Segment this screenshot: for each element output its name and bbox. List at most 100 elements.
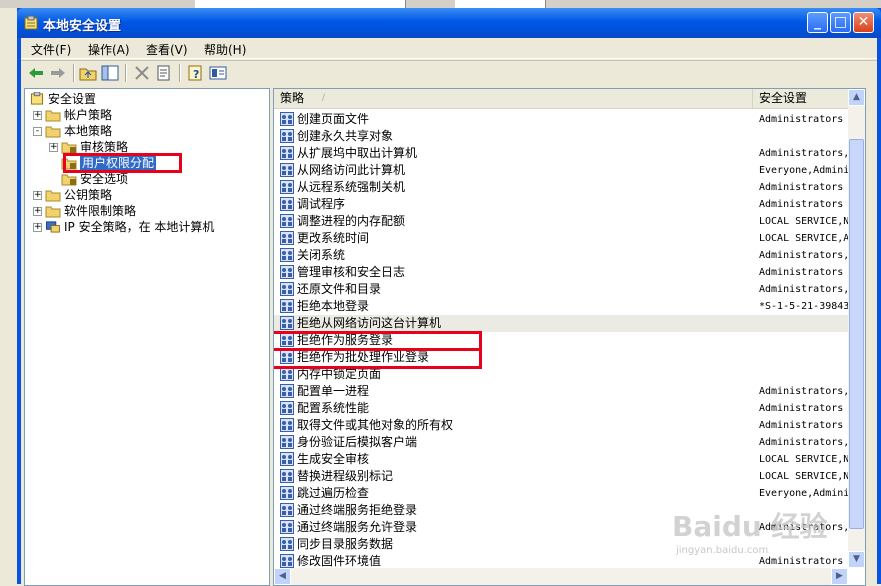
policy-setting: Administrators bbox=[759, 403, 844, 414]
policy-icon bbox=[280, 146, 294, 160]
expand-icon[interactable]: + bbox=[33, 223, 42, 232]
ip-security-icon bbox=[46, 221, 60, 233]
policy-icon bbox=[280, 214, 294, 228]
policy-row[interactable]: 身份验证后模拟客户端 Administrators,... bbox=[274, 434, 865, 451]
policy-name: 管理审核和安全日志 bbox=[297, 265, 406, 279]
policy-name: 还原文件和目录 bbox=[297, 282, 382, 296]
security-settings-icon bbox=[30, 92, 44, 105]
security-settings-icon bbox=[24, 15, 38, 30]
title-bar[interactable]: 本地安全设置 _ □ ✕ bbox=[17, 8, 881, 38]
policy-setting: Administrators bbox=[759, 182, 844, 193]
policy-row[interactable]: 取得文件或其他对象的所有权 Administrators bbox=[274, 417, 848, 434]
toolbar-separator bbox=[73, 64, 75, 82]
policy-row[interactable]: 从扩展坞中取出计算机 Administrators,... bbox=[274, 145, 865, 162]
policy-icon bbox=[280, 401, 294, 415]
policy-row[interactable]: 从远程系统强制关机 Administrators bbox=[274, 179, 848, 196]
policy-row[interactable]: 配置系统性能 Administrators bbox=[274, 400, 848, 417]
folder-icon bbox=[45, 110, 61, 122]
horizontal-scrollbar[interactable]: ◀ ▶ bbox=[274, 568, 848, 585]
menu-help[interactable]: 帮助(H) bbox=[204, 41, 246, 58]
policy-icon bbox=[280, 299, 294, 313]
help-icon[interactable]: ? bbox=[187, 64, 205, 82]
policy-setting: Administrators bbox=[759, 267, 844, 278]
scroll-thumb[interactable] bbox=[849, 139, 864, 529]
collapse-icon[interactable]: - bbox=[33, 127, 42, 136]
policy-row[interactable]: 还原文件和目录 Administrators,... bbox=[274, 281, 865, 298]
tree-item-public-key-policies[interactable]: + 公钥策略 bbox=[29, 187, 269, 203]
up-folder-icon[interactable] bbox=[79, 64, 97, 82]
policy-row[interactable]: 创建页面文件 Administrators bbox=[274, 111, 848, 128]
show-tree-icon[interactable] bbox=[101, 64, 119, 82]
column-header-label: 策略 bbox=[280, 91, 305, 105]
policy-name: 配置单一进程 bbox=[297, 384, 370, 398]
policy-row[interactable]: 拒绝从网络访问这台计算机 bbox=[274, 315, 848, 332]
red-highlight-box bbox=[63, 153, 182, 173]
baidu-watermark: Baidu 经验 bbox=[672, 510, 828, 543]
policy-icon bbox=[280, 197, 294, 211]
policy-name: 同步目录服务数据 bbox=[297, 537, 394, 551]
folder-icon bbox=[45, 206, 61, 218]
baidu-watermark-url: jingyan.baidu.com bbox=[676, 545, 769, 556]
policy-icon bbox=[280, 469, 294, 483]
scroll-right-button[interactable]: ▶ bbox=[831, 568, 848, 585]
column-header-setting[interactable]: 安全设置 bbox=[753, 89, 848, 108]
policy-icon bbox=[280, 163, 294, 177]
close-button[interactable]: ✕ bbox=[853, 12, 874, 33]
policy-setting: Administrators bbox=[759, 420, 844, 431]
policy-name: 取得文件或其他对象的所有权 bbox=[297, 418, 454, 432]
vertical-scrollbar[interactable]: ▲ ▼ bbox=[848, 89, 865, 568]
tree-label: 本地策略 bbox=[64, 124, 113, 138]
policy-row[interactable]: 从网络访问此计算机 Everyone,Admini... bbox=[274, 162, 865, 179]
tree-label: 安全选项 bbox=[80, 172, 129, 186]
policy-name: 更改系统时间 bbox=[297, 231, 370, 245]
policy-row[interactable]: 替换进程级别标记 LOCAL SERVICE,N... bbox=[274, 468, 865, 485]
scroll-down-button[interactable]: ▼ bbox=[848, 551, 865, 568]
tree-item-account-policies[interactable]: + 帐户策略 bbox=[29, 107, 269, 123]
policy-name: 跳过遍历检查 bbox=[297, 486, 370, 500]
toolbar-separator bbox=[179, 64, 181, 82]
policy-row[interactable]: 生成安全审核 LOCAL SERVICE,N... bbox=[274, 451, 865, 468]
expand-icon[interactable]: + bbox=[33, 207, 42, 216]
menu-file[interactable]: 文件(F) bbox=[31, 41, 71, 58]
policy-row[interactable]: 调试程序 Administrators bbox=[274, 196, 848, 213]
policy-row[interactable]: 拒绝本地登录 *S-1-5-21-39843... bbox=[274, 298, 865, 315]
policy-row[interactable]: 关闭系统 Administrators,... bbox=[274, 247, 865, 264]
scroll-left-button[interactable]: ◀ bbox=[274, 568, 291, 585]
red-highlight-box bbox=[274, 348, 482, 369]
policy-icon bbox=[280, 316, 294, 330]
forward-icon[interactable] bbox=[49, 64, 67, 82]
policy-name: 通过终端服务拒绝登录 bbox=[297, 503, 418, 517]
tree-item-local-policies[interactable]: - 本地策略 bbox=[29, 123, 269, 139]
tree-item-security-options[interactable]: 安全选项 bbox=[29, 171, 269, 187]
policy-row[interactable]: 创建永久共享对象 bbox=[274, 128, 848, 145]
policy-icon bbox=[280, 265, 294, 279]
scroll-up-button[interactable]: ▲ bbox=[848, 89, 865, 106]
tree-item-software-restriction[interactable]: + 软件限制策略 bbox=[29, 203, 269, 219]
policy-folder-icon bbox=[61, 174, 77, 186]
properties-icon[interactable] bbox=[209, 64, 227, 82]
expand-icon[interactable]: + bbox=[33, 191, 42, 200]
menu-view[interactable]: 查看(V) bbox=[146, 41, 188, 58]
column-header-policy[interactable]: 策略 / bbox=[274, 89, 753, 108]
back-icon[interactable] bbox=[27, 64, 45, 82]
maximize-button[interactable]: □ bbox=[830, 12, 851, 33]
policy-name: 通过终端服务允许登录 bbox=[297, 520, 418, 534]
column-header-label: 安全设置 bbox=[759, 91, 808, 105]
policy-row[interactable]: 管理审核和安全日志 Administrators bbox=[274, 264, 848, 281]
policy-row[interactable]: 跳过遍历检查 Everyone,Admini... bbox=[274, 485, 865, 502]
policy-name: 从网络访问此计算机 bbox=[297, 163, 406, 177]
policy-row[interactable]: 更改系统时间 LOCAL SERVICE,A... bbox=[274, 230, 865, 247]
expand-icon[interactable]: + bbox=[49, 143, 58, 152]
sort-ascending-icon: / bbox=[322, 93, 326, 103]
menu-action[interactable]: 操作(A) bbox=[88, 41, 130, 58]
svg-text:?: ? bbox=[193, 68, 199, 81]
delete-icon[interactable] bbox=[133, 64, 151, 82]
policy-row[interactable]: 配置单一进程 Administrators,... bbox=[274, 383, 865, 400]
tree-label: 安全设置 bbox=[48, 92, 97, 106]
export-icon[interactable] bbox=[155, 64, 173, 82]
expand-icon[interactable]: + bbox=[33, 111, 42, 120]
minimize-button[interactable]: _ bbox=[807, 12, 828, 33]
tree-item-ip-security[interactable]: + IP 安全策略，在 本地计算机 bbox=[29, 219, 269, 235]
policy-row[interactable]: 调整进程的内存配额 LOCAL SERVICE,N... bbox=[274, 213, 865, 230]
policy-name: 调整进程的内存配额 bbox=[297, 214, 406, 228]
